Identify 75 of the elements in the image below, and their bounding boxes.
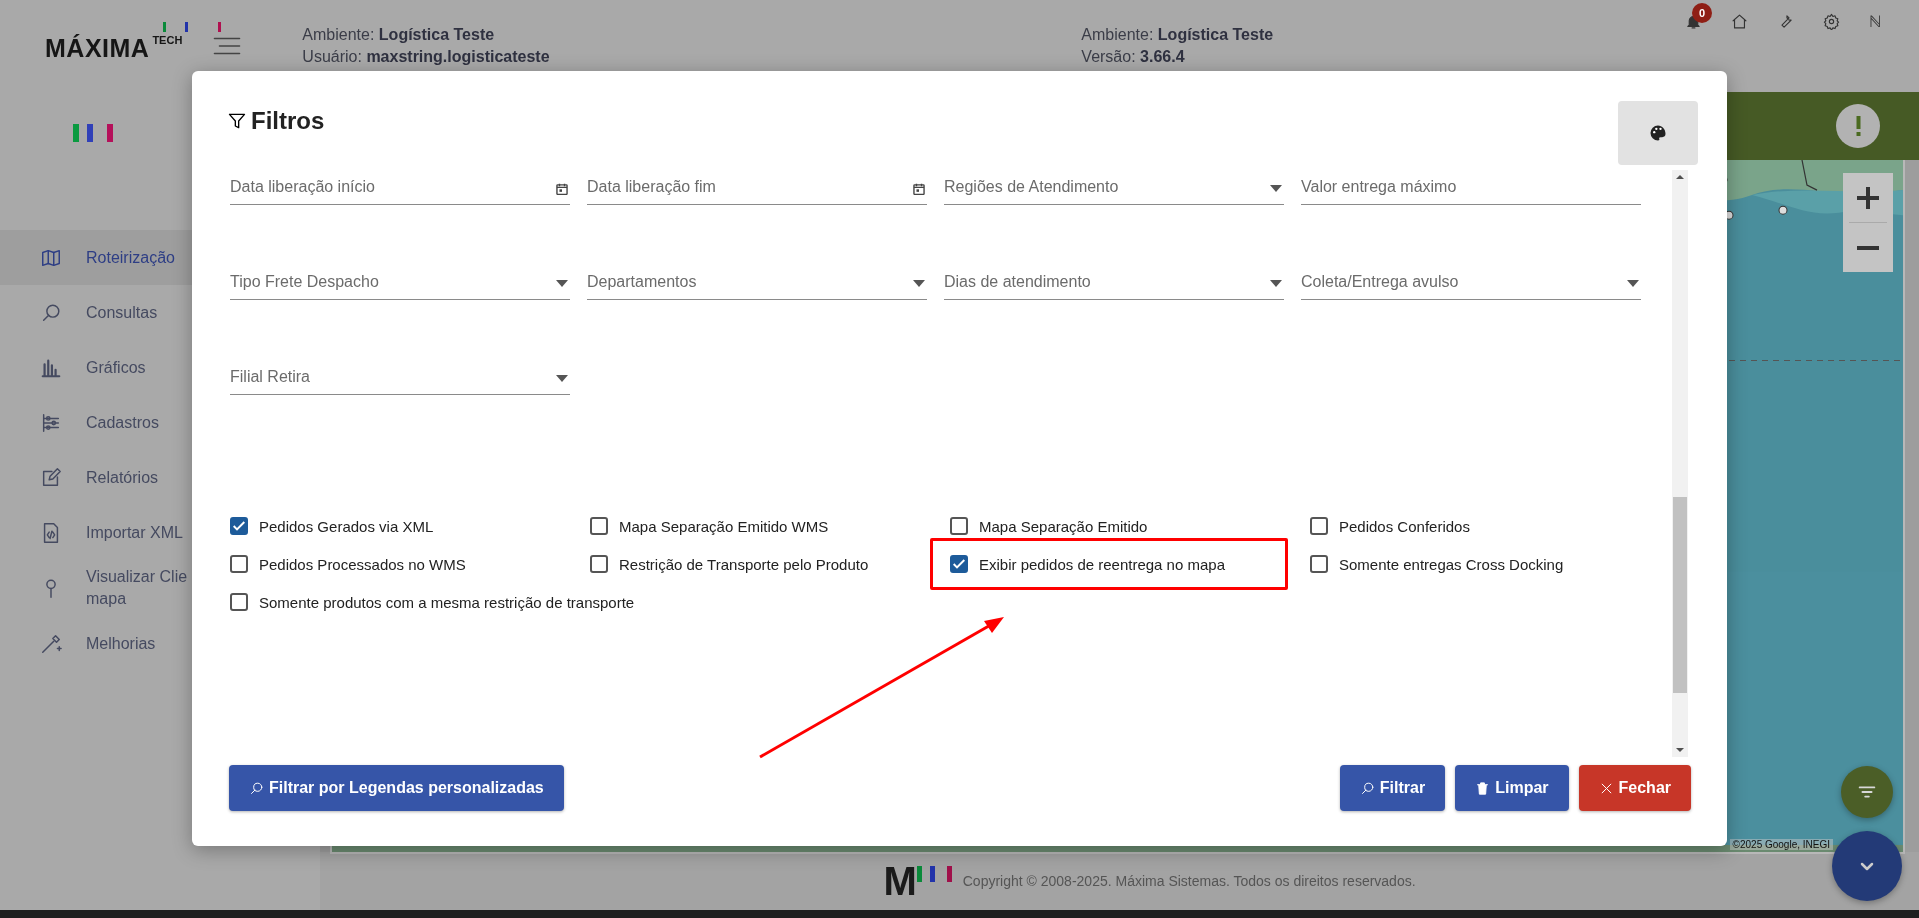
checkbox-label: Mapa Separação Emitido WMS: [619, 517, 829, 535]
checkbox[interactable]: [230, 517, 248, 535]
checkbox[interactable]: [950, 517, 968, 535]
sidebar-item[interactable]: Cadastros: [0, 395, 320, 450]
checkbox[interactable]: [1310, 555, 1328, 573]
dropdown-field[interactable]: Regiões de Atendimento: [944, 170, 1284, 205]
edit-icon: [40, 466, 62, 489]
settings-icon: [1823, 13, 1840, 30]
trash-icon: [1475, 780, 1491, 796]
checkbox[interactable]: [1310, 517, 1328, 535]
checkmark-icon: [953, 559, 965, 569]
dropdown-field[interactable]: Departamentos: [587, 265, 927, 300]
wand-icon: [40, 632, 62, 655]
copyright-text: Copyright © 2008-2025. Máxima Sistemas. Todos os direitos reservados.: [962, 873, 1416, 889]
palette-icon: [1648, 123, 1668, 143]
header-info: Versão: 3.66.4: [1081, 48, 1186, 66]
dialog-title: Filtros: [251, 107, 325, 135]
clear-button[interactable]: Limpar: [1455, 765, 1569, 811]
minus-icon: [1857, 245, 1879, 250]
checkbox-label: Mapa Separação Emitido: [979, 517, 1148, 535]
caret-icon: [1270, 280, 1282, 287]
date-field[interactable]: Data liberação início: [230, 170, 570, 205]
palette-button[interactable]: [1618, 101, 1698, 165]
checkbox[interactable]: [950, 555, 968, 573]
logo-bars-icon: [73, 124, 113, 142]
logo-bars-icon: [916, 866, 953, 882]
footer-logo: M: [883, 862, 915, 900]
logo-wordmark: MÁXIMA: [45, 33, 150, 63]
calendar-icon: [913, 183, 925, 195]
logo-suffix: TECH: [152, 33, 183, 46]
search-icon: [249, 780, 264, 796]
caret-icon: [556, 280, 568, 287]
alert-button[interactable]: [1836, 104, 1880, 148]
dropdown-field[interactable]: Coleta/Entrega avulso: [1301, 265, 1641, 300]
caret-icon: [913, 280, 925, 287]
scrollbar-thumb[interactable]: [1673, 497, 1687, 693]
dropdown-field[interactable]: Dias de atendimento: [944, 265, 1284, 300]
search-icon: [1359, 780, 1375, 796]
checkbox-label: Restrição de Transporte pelo Produto: [619, 555, 869, 573]
filter-button[interactable]: Filtrar por Legendas personalizadas: [229, 765, 564, 811]
logo-bars-icon: [163, 21, 223, 34]
calendar-icon: [556, 183, 568, 195]
checkbox-label: Pedidos Processados no WMS: [259, 555, 466, 573]
alert-icon: [1855, 116, 1861, 136]
checkbox-label: Somente produtos com a mesma restrição de transporte: [259, 593, 635, 611]
home-icon: [1731, 13, 1748, 30]
caret-icon: [556, 375, 568, 382]
checkmark-icon: [233, 521, 245, 531]
header-info: Ambiente: Logística Teste: [302, 26, 496, 44]
checkbox-label: Pedidos Gerados via XML: [259, 517, 434, 535]
sidebar-item[interactable]: Melhorias: [0, 616, 320, 671]
sidebar-item[interactable]: Relatórios: [0, 450, 320, 505]
checkbox-label: Somente entregas Cross Docking: [1339, 555, 1564, 573]
notification-badge: 0: [1692, 3, 1712, 23]
checkbox[interactable]: [590, 517, 608, 535]
checkbox-label: Exibir pedidos de reentrega no mapa: [979, 555, 1225, 573]
checkbox[interactable]: [230, 593, 248, 611]
plus-icon: [1857, 186, 1879, 209]
caret-icon: [1627, 280, 1639, 287]
date-field[interactable]: Data liberação fim: [587, 170, 927, 205]
input-field[interactable]: Valor entrega máximo: [1301, 170, 1641, 205]
checkbox[interactable]: [230, 555, 248, 573]
dropdown-field[interactable]: Tipo Frete Despacho: [230, 265, 570, 300]
close-button[interactable]: Fechar: [1578, 765, 1691, 811]
map-attribution: ©2025 Google, INEGI: [1729, 839, 1833, 850]
checkbox-label: Pedidos Conferidos: [1339, 517, 1470, 535]
toolbar-letter[interactable]: ℕ: [1869, 13, 1881, 30]
header-info: Ambiente: Logística Teste: [1081, 26, 1274, 44]
filter-button[interactable]: Filtrar: [1339, 765, 1446, 811]
filter-icon: [227, 111, 247, 131]
checkbox[interactable]: [590, 555, 608, 573]
dropdown-field[interactable]: Filial Retira: [230, 360, 570, 395]
caret-icon: [1270, 185, 1282, 192]
sliders-icon: [40, 411, 62, 434]
header-info: Usuário: maxstring.logisticateste: [302, 48, 551, 66]
